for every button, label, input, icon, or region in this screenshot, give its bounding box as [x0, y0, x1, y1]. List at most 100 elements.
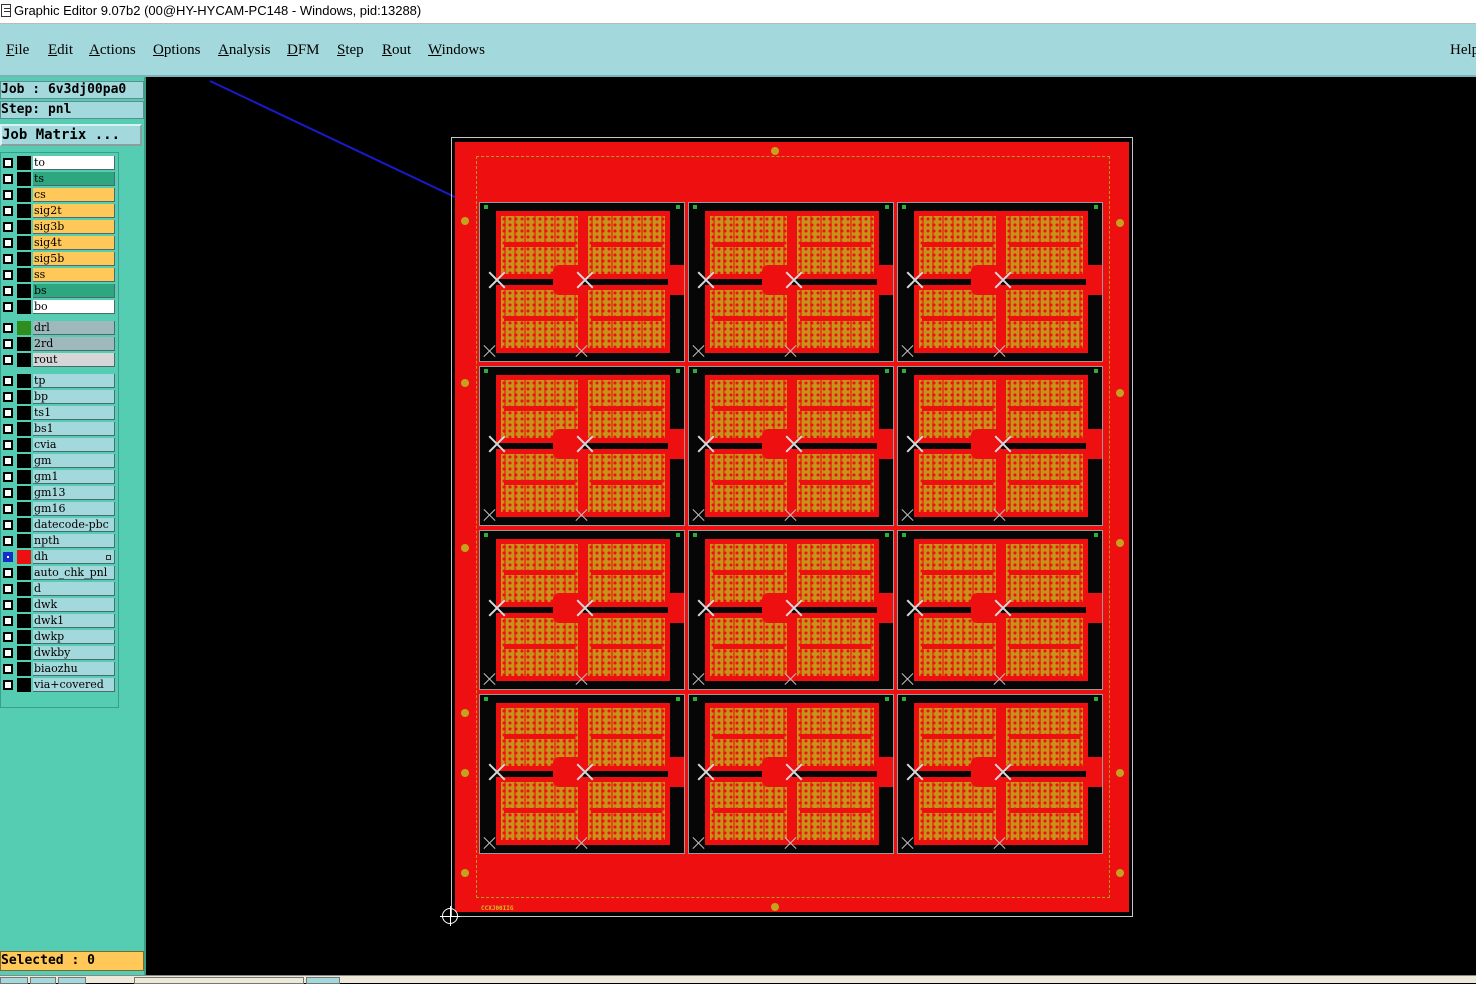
layer-name[interactable]: gm1	[33, 470, 115, 484]
layer-color-swatch[interactable]	[17, 188, 31, 202]
layer-color-swatch[interactable]	[17, 252, 31, 266]
layer-color-swatch[interactable]	[17, 470, 31, 484]
layer-color-swatch[interactable]	[17, 566, 31, 580]
layer-color-swatch[interactable]	[17, 518, 31, 532]
layer-checkbox[interactable]	[3, 424, 13, 434]
layer-name[interactable]: dh	[33, 550, 115, 564]
menu-step[interactable]: Step	[337, 42, 364, 59]
layer-color-swatch[interactable]	[17, 353, 31, 367]
layer-row-sig2t[interactable]: sig2t	[1, 203, 117, 219]
layer-row-gm16[interactable]: gm16	[1, 501, 117, 517]
layer-color-swatch[interactable]	[17, 454, 31, 468]
layer-checkbox[interactable]	[3, 504, 13, 514]
layer-name[interactable]: ts1	[33, 406, 115, 420]
layer-row-npth[interactable]: npth	[1, 533, 117, 549]
layer-color-swatch[interactable]	[17, 550, 31, 564]
array-block[interactable]	[897, 530, 1103, 690]
layer-checkbox[interactable]	[3, 488, 13, 498]
layer-color-swatch[interactable]	[17, 337, 31, 351]
layer-row-ts1[interactable]: ts1	[1, 405, 117, 421]
layer-name[interactable]: gm16	[33, 502, 115, 516]
layer-row-dwkp[interactable]: dwkp	[1, 629, 117, 645]
layer-checkbox[interactable]	[3, 680, 13, 690]
layer-checkbox[interactable]	[3, 174, 13, 184]
menu-rout[interactable]: Rout	[382, 42, 411, 59]
layer-color-swatch[interactable]	[17, 502, 31, 516]
array-block[interactable]	[897, 694, 1103, 854]
layer-name[interactable]: dwkp	[33, 630, 115, 644]
layer-color-swatch[interactable]	[17, 321, 31, 335]
menu-file[interactable]: File	[6, 42, 29, 59]
menu-windows[interactable]: Windows	[428, 42, 485, 59]
layer-checkbox[interactable]	[3, 158, 13, 168]
layer-row-sig4t[interactable]: sig4t	[1, 235, 117, 251]
layer-color-swatch[interactable]	[17, 268, 31, 282]
menu-actions[interactable]: Actions	[89, 42, 136, 59]
array-block[interactable]	[479, 366, 685, 526]
layer-checkbox[interactable]	[3, 376, 13, 386]
layer-color-swatch[interactable]	[17, 204, 31, 218]
array-block[interactable]	[479, 202, 685, 362]
layer-row-dwkby[interactable]: dwkby	[1, 645, 117, 661]
layer-row-dwk[interactable]: dwk	[1, 597, 117, 613]
layer-name[interactable]: drl	[33, 321, 115, 335]
array-block[interactable]	[479, 694, 685, 854]
array-block[interactable]	[897, 366, 1103, 526]
menu-options[interactable]: Options	[153, 42, 201, 59]
layer-checkbox[interactable]	[3, 648, 13, 658]
layer-name[interactable]: bo	[33, 300, 115, 314]
layer-color-swatch[interactable]	[17, 598, 31, 612]
layer-color-swatch[interactable]	[17, 614, 31, 628]
layer-row-tp[interactable]: tp	[1, 373, 117, 389]
layer-name[interactable]: to	[33, 156, 115, 170]
layer-name[interactable]: bp	[33, 390, 115, 404]
layer-name[interactable]: bs	[33, 284, 115, 298]
layer-checkbox[interactable]	[3, 584, 13, 594]
layer-checkbox[interactable]	[3, 254, 13, 264]
layer-name[interactable]: ss	[33, 268, 115, 282]
menu-dfm[interactable]: DFM	[287, 42, 320, 59]
layer-checkbox[interactable]	[3, 632, 13, 642]
menu-help[interactable]: Help	[1450, 42, 1476, 59]
layer-name[interactable]: dwk1	[33, 614, 115, 628]
layer-name[interactable]: tp	[33, 374, 115, 388]
layer-row-cs[interactable]: cs	[1, 187, 117, 203]
layer-row-gm1[interactable]: gm1	[1, 469, 117, 485]
layer-checkbox[interactable]	[3, 520, 13, 530]
layer-color-swatch[interactable]	[17, 236, 31, 250]
layer-color-swatch[interactable]	[17, 630, 31, 644]
layer-color-swatch[interactable]	[17, 172, 31, 186]
layer-name[interactable]: cs	[33, 188, 115, 202]
layer-row-2rd[interactable]: 2rd	[1, 336, 117, 352]
layer-name[interactable]: 2rd	[33, 337, 115, 351]
layer-color-swatch[interactable]	[17, 374, 31, 388]
layer-name[interactable]: sig3b	[33, 220, 115, 234]
layer-color-swatch[interactable]	[17, 534, 31, 548]
layer-checkbox[interactable]	[3, 323, 13, 333]
layer-checkbox[interactable]	[3, 456, 13, 466]
layer-name[interactable]: gm	[33, 454, 115, 468]
layer-checkbox[interactable]	[3, 222, 13, 232]
layer-name[interactable]: biaozhu	[33, 662, 115, 676]
menu-edit[interactable]: Edit	[48, 42, 73, 59]
layer-checkbox[interactable]	[3, 664, 13, 674]
layer-checkbox[interactable]	[3, 472, 13, 482]
origin-icon[interactable]	[440, 906, 460, 926]
layer-color-swatch[interactable]	[17, 662, 31, 676]
layer-name[interactable]: datecode-pbc	[33, 518, 115, 532]
layer-color-swatch[interactable]	[17, 486, 31, 500]
layer-name[interactable]: d	[33, 582, 115, 596]
layer-checkbox[interactable]	[3, 270, 13, 280]
graphic-canvas[interactable]: CCXJ00IIG	[146, 79, 1476, 975]
layer-checkbox[interactable]	[3, 302, 13, 312]
layer-color-swatch[interactable]	[17, 438, 31, 452]
layer-color-swatch[interactable]	[17, 156, 31, 170]
layer-name[interactable]: rout	[33, 353, 115, 367]
layer-row-ss[interactable]: ss	[1, 267, 117, 283]
layer-color-swatch[interactable]	[17, 422, 31, 436]
layer-row-sig5b[interactable]: sig5b	[1, 251, 117, 267]
array-block[interactable]	[688, 202, 894, 362]
layer-color-swatch[interactable]	[17, 390, 31, 404]
layer-name[interactable]: ts	[33, 172, 115, 186]
layer-color-swatch[interactable]	[17, 220, 31, 234]
